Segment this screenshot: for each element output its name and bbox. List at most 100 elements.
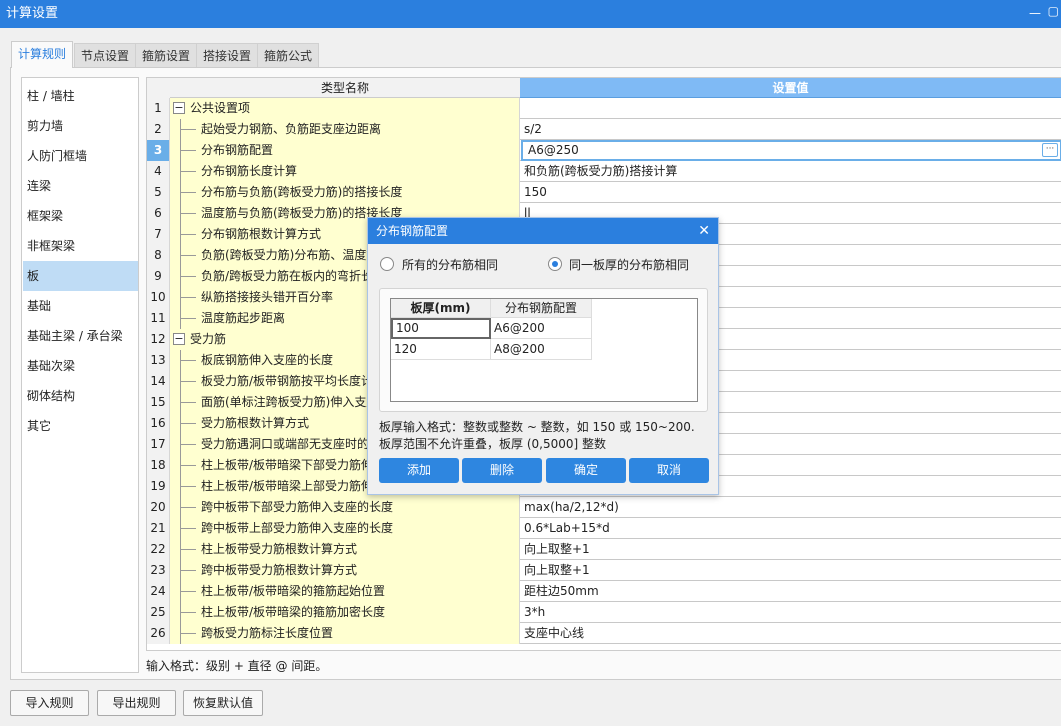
row-value: 3*h <box>524 605 546 619</box>
collapse-icon[interactable]: − <box>173 333 185 345</box>
radio-all-same[interactable] <box>380 257 394 271</box>
row-value-cell[interactable]: 0.6*Lab+15*d <box>521 518 1061 539</box>
row-value-cell[interactable]: 和负筋(跨板受力筋)搭接计算 <box>521 161 1061 182</box>
tab-1[interactable]: 计算规则 <box>11 41 74 68</box>
table-row[interactable]: 23 跨中板带受力筋根数计算方式 向上取整+1 <box>147 560 1061 581</box>
row-label: 跨中板带上部受力筋伸入支座的长度 <box>201 521 394 535</box>
row-value: s/2 <box>524 122 542 136</box>
row-name-cell[interactable]: 分布钢筋配置 <box>170 140 520 161</box>
row-label: 跨中板带下部受力筋伸入支座的长度 <box>201 500 394 514</box>
table-row[interactable]: 4 分布钢筋长度计算 和负筋(跨板受力筋)搭接计算 <box>147 161 1061 182</box>
sidebar-item[interactable]: 板 <box>23 261 138 291</box>
sidebar-item[interactable]: 人防门框墙 <box>23 141 138 171</box>
tab-5[interactable]: 箍筋公式 <box>257 43 320 67</box>
sidebar-item[interactable]: 框架梁 <box>23 201 138 231</box>
close-icon[interactable]: ✕ <box>698 218 710 244</box>
row-name-cell[interactable]: 跨中板带上部受力筋伸入支座的长度 <box>170 518 520 539</box>
row-value-cell[interactable]: 向上取整+1 <box>521 560 1061 581</box>
row-name-cell[interactable]: − 公共设置项 <box>170 98 520 119</box>
sidebar-item[interactable]: 剪力墙 <box>23 111 138 141</box>
row-name-cell[interactable]: 柱上板带/板带暗梁的箍筋起始位置 <box>170 581 520 602</box>
thickness-cell[interactable]: 120 <box>391 339 491 360</box>
ellipsis-button[interactable]: ··· <box>1042 143 1058 157</box>
row-value-cell[interactable]: max(ha/2,12*d) <box>521 497 1061 518</box>
table-row[interactable]: 22 柱上板带受力筋根数计算方式 向上取整+1 <box>147 539 1061 560</box>
row-value: 向上取整+1 <box>524 542 590 556</box>
sidebar-item[interactable]: 基础 <box>23 291 138 321</box>
sidebar-item[interactable]: 柱 / 墙柱 <box>23 81 138 111</box>
import-rules-button[interactable]: 导入规则 <box>10 690 89 716</box>
export-rules-button[interactable]: 导出规则 <box>97 690 176 716</box>
sidebar-item[interactable]: 砌体结构 <box>23 381 138 411</box>
row-label: 面筋(单标注跨板受力筋)伸入支座 <box>201 395 379 409</box>
radio-all-same-label[interactable]: 所有的分布筋相同 <box>402 256 498 273</box>
row-label: 负筋(跨板受力筋)分布筋、温度筋 <box>201 248 379 262</box>
ok-button[interactable]: 确定 <box>546 458 626 483</box>
row-name-cell[interactable]: 跨中板带受力筋根数计算方式 <box>170 560 520 581</box>
restore-defaults-button[interactable]: 恢复默认值 <box>183 690 263 716</box>
row-value: 0.6*Lab+15*d <box>524 521 610 535</box>
table-row[interactable]: 3 分布钢筋配置 A6@250 ··· <box>147 140 1061 161</box>
sidebar-item[interactable]: 基础主梁 / 承台梁 <box>23 321 138 351</box>
row-value-cell[interactable]: A6@250 ··· <box>521 140 1061 161</box>
tree-line <box>180 486 196 487</box>
row-name-cell[interactable]: 跨板受力筋标注长度位置 <box>170 623 520 644</box>
tree-line <box>180 507 196 508</box>
row-label: 跨中板带受力筋根数计算方式 <box>201 563 358 577</box>
row-number: 22 <box>147 539 170 560</box>
row-number: 8 <box>147 245 170 266</box>
row-value-cell[interactable]: 150 <box>521 182 1061 203</box>
thickness-table: 板厚(mm) 分布钢筋配置 100 A6@200 120 A8@200 <box>390 298 698 402</box>
tree-line <box>180 192 196 193</box>
tree-line <box>180 276 196 277</box>
sidebar-item[interactable]: 连梁 <box>23 171 138 201</box>
row-value-cell[interactable]: 距柱边50mm <box>521 581 1061 602</box>
radio-same-thickness-label[interactable]: 同一板厚的分布筋相同 <box>569 256 689 273</box>
row-number: 6 <box>147 203 170 224</box>
tree-line <box>180 255 196 256</box>
tab-4[interactable]: 搭接设置 <box>196 43 259 67</box>
row-value-cell[interactable] <box>521 98 1061 119</box>
row-name-cell[interactable]: 柱上板带/板带暗梁的箍筋加密长度 <box>170 602 520 623</box>
table-row[interactable]: 1− 公共设置项 <box>147 98 1061 119</box>
sidebar-item[interactable]: 基础次梁 <box>23 351 138 381</box>
sidebar-item[interactable]: 非框架梁 <box>23 231 138 261</box>
table-row[interactable]: 25 柱上板带/板带暗梁的箍筋加密长度 3*h <box>147 602 1061 623</box>
rebar-config-cell[interactable]: A8@200 <box>491 339 592 360</box>
maximize-icon[interactable]: ▢ <box>1048 4 1059 18</box>
row-label: 柱上板带受力筋根数计算方式 <box>201 542 358 556</box>
tab-2[interactable]: 节点设置 <box>74 43 137 67</box>
row-name-cell[interactable]: 分布钢筋长度计算 <box>170 161 520 182</box>
collapse-icon[interactable]: − <box>173 102 185 114</box>
thickness-cell[interactable]: 100 <box>391 318 491 339</box>
row-number: 13 <box>147 350 170 371</box>
cancel-button[interactable]: 取消 <box>629 458 709 483</box>
row-name-cell[interactable]: 跨中板带下部受力筋伸入支座的长度 <box>170 497 520 518</box>
table-row[interactable]: 21 跨中板带上部受力筋伸入支座的长度 0.6*Lab+15*d <box>147 518 1061 539</box>
row-label: 柱上板带/板带暗梁下部受力筋伸 <box>201 458 374 472</box>
row-number: 12 <box>147 329 170 350</box>
row-name-cell[interactable]: 柱上板带受力筋根数计算方式 <box>170 539 520 560</box>
row-value-cell[interactable]: s/2 <box>521 119 1061 140</box>
table-row[interactable]: 2 起始受力钢筋、负筋距支座边距离 s/2 <box>147 119 1061 140</box>
row-name-cell[interactable]: 分布筋与负筋(跨板受力筋)的搭接长度 <box>170 182 520 203</box>
tree-line <box>180 318 196 319</box>
row-number: 18 <box>147 455 170 476</box>
row-value-cell[interactable]: 向上取整+1 <box>521 539 1061 560</box>
table-row[interactable]: 5 分布筋与负筋(跨板受力筋)的搭接长度 150 <box>147 182 1061 203</box>
delete-button[interactable]: 删除 <box>462 458 542 483</box>
row-number: 26 <box>147 623 170 644</box>
table-row[interactable]: 26 跨板受力筋标注长度位置 支座中心线 <box>147 623 1061 644</box>
minimize-icon[interactable]: — <box>1029 6 1041 20</box>
sidebar-item[interactable]: 其它 <box>23 411 138 441</box>
row-value-cell[interactable]: 3*h <box>521 602 1061 623</box>
row-number: 1 <box>147 98 170 119</box>
radio-same-thickness[interactable] <box>548 257 562 271</box>
rebar-config-cell[interactable]: A6@200 <box>491 318 592 339</box>
tab-3[interactable]: 箍筋设置 <box>135 43 198 67</box>
table-row[interactable]: 20 跨中板带下部受力筋伸入支座的长度 max(ha/2,12*d) <box>147 497 1061 518</box>
table-row[interactable]: 24 柱上板带/板带暗梁的箍筋起始位置 距柱边50mm <box>147 581 1061 602</box>
row-value-cell[interactable]: 支座中心线 <box>521 623 1061 644</box>
add-button[interactable]: 添加 <box>379 458 459 483</box>
row-name-cell[interactable]: 起始受力钢筋、负筋距支座边距离 <box>170 119 520 140</box>
